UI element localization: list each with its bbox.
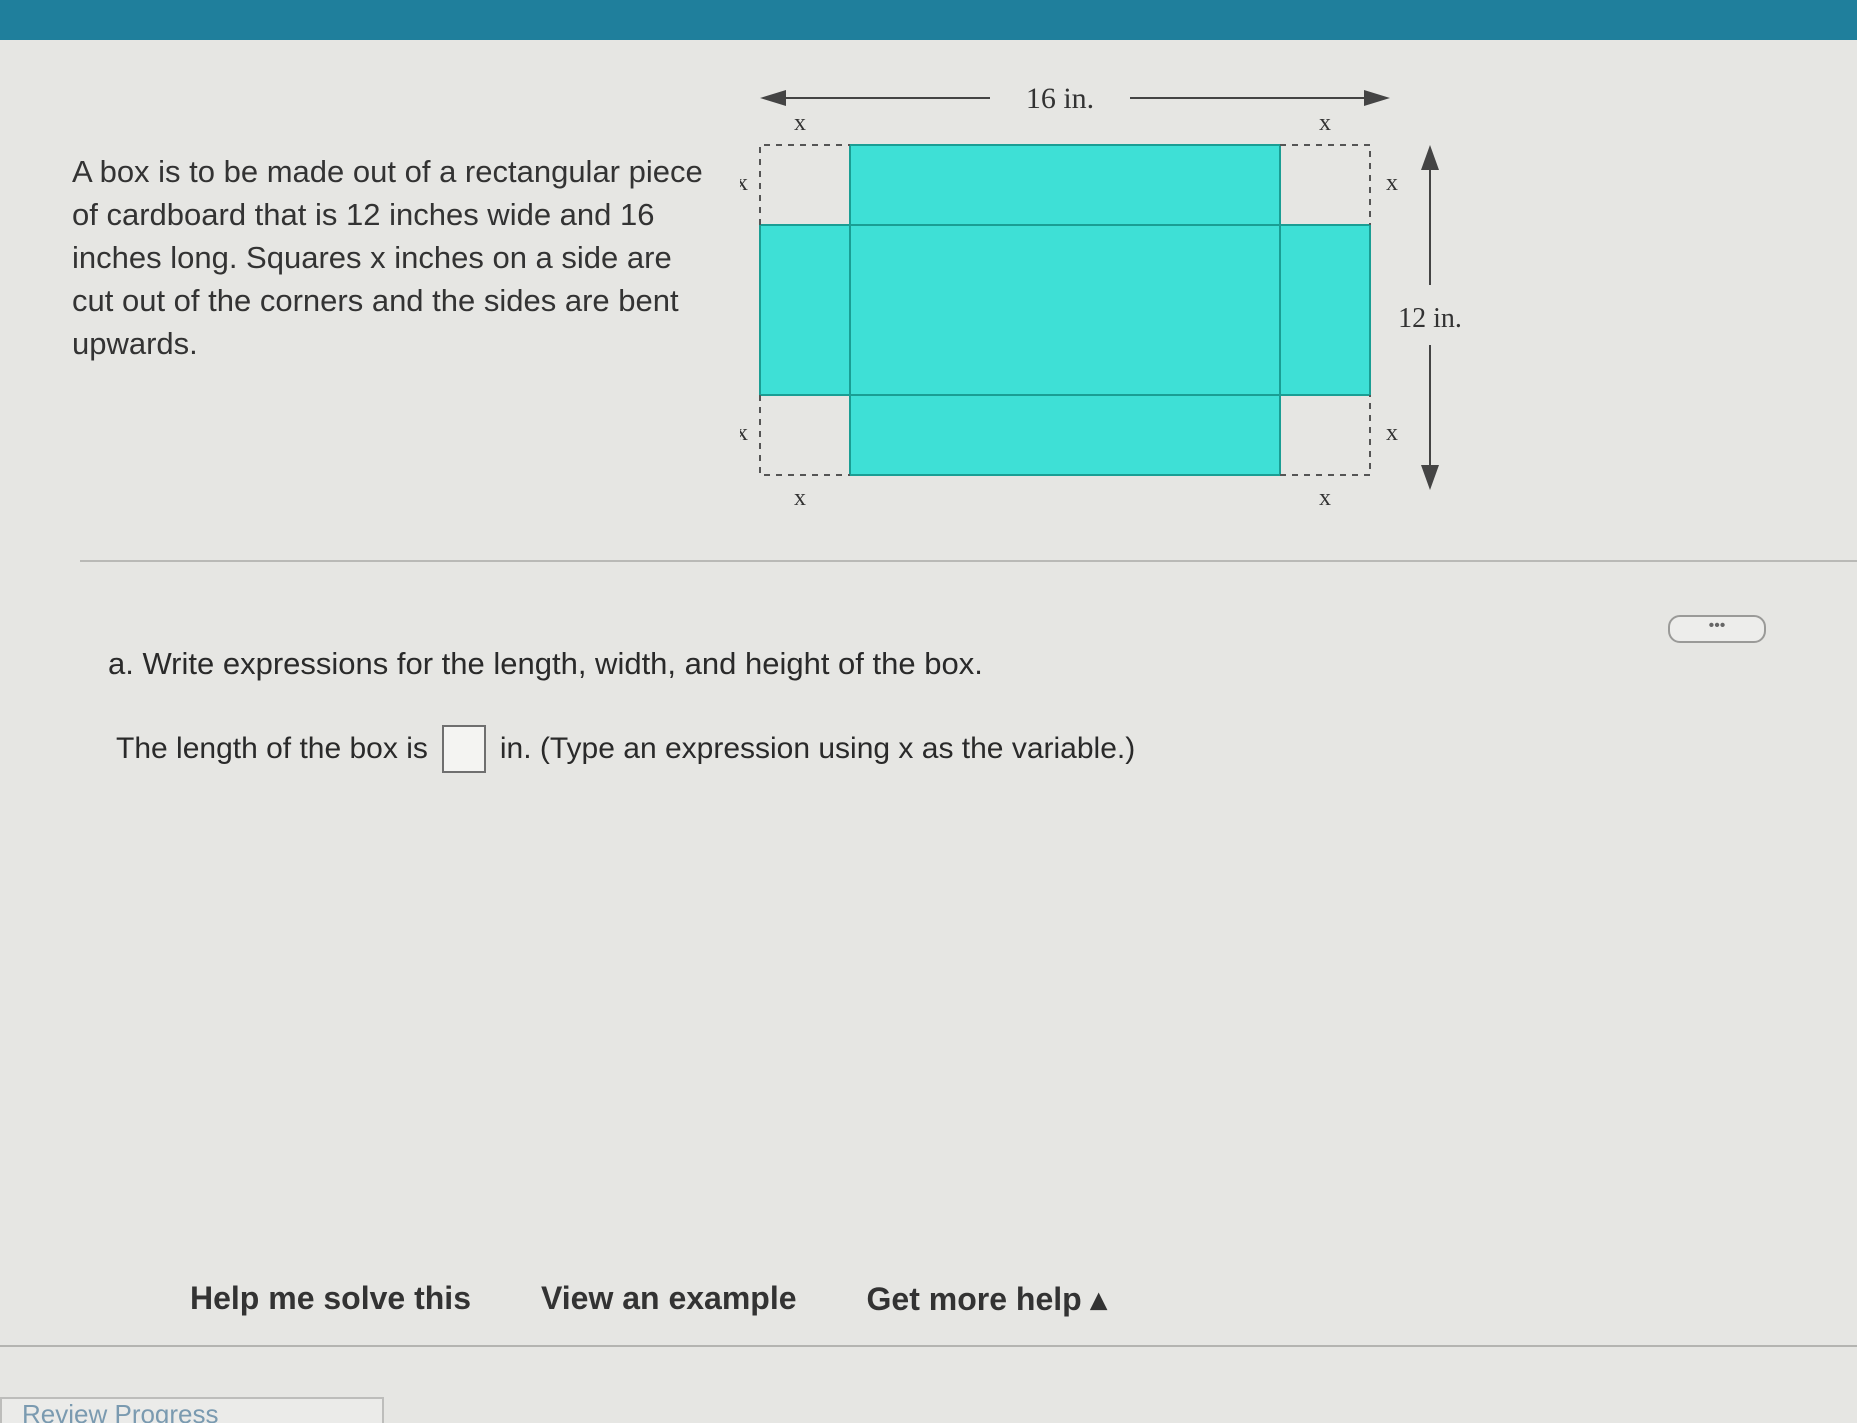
- top-bar: [0, 0, 1857, 40]
- x-label: x: [1319, 485, 1331, 511]
- x-label: x: [740, 170, 748, 196]
- x-label: x: [1386, 420, 1398, 446]
- length-unit-hint: in. (Type an expression using x as the v…: [499, 732, 1136, 765]
- x-label: x: [1386, 170, 1398, 196]
- question-part-a: a. Write expressions for the length, wid…: [108, 646, 983, 681]
- more-options-button[interactable]: •••: [1668, 615, 1766, 643]
- x-label: x: [740, 420, 748, 446]
- x-label: x: [1319, 110, 1331, 136]
- answer-line: The length of the box is in. (Type an ex…: [116, 725, 1135, 773]
- arrow-right-icon: [1364, 90, 1390, 106]
- help-me-solve-button[interactable]: Help me solve this: [190, 1280, 471, 1318]
- cardboard-diagram: 16 in. 12 in. x x x x x x x x: [740, 82, 1462, 511]
- get-more-help-button[interactable]: Get more help ▴: [867, 1280, 1107, 1318]
- view-example-button[interactable]: View an example: [541, 1280, 797, 1318]
- arrow-left-icon: [760, 90, 786, 106]
- arrow-up-icon: [1421, 145, 1439, 170]
- x-label: x: [794, 485, 806, 511]
- arrow-down-icon: [1421, 465, 1439, 490]
- width-dimension: 12 in.: [1398, 145, 1462, 490]
- review-progress-tab[interactable]: Review Progress: [0, 1397, 384, 1423]
- cardboard-net: [759, 144, 1371, 476]
- width-label: 12 in.: [1398, 303, 1462, 334]
- help-bar: Help me solve this View an example Get m…: [190, 1280, 1107, 1318]
- footer-divider: [0, 1345, 1857, 1347]
- problem-statement: A box is to be made out of a rectangular…: [72, 154, 703, 361]
- length-label: 16 in.: [1026, 82, 1094, 115]
- length-dimension: 16 in.: [760, 82, 1390, 115]
- x-label: x: [794, 110, 806, 136]
- section-divider: [80, 560, 1857, 562]
- length-prompt: The length of the box is: [116, 732, 428, 765]
- length-answer-input[interactable]: [441, 725, 486, 773]
